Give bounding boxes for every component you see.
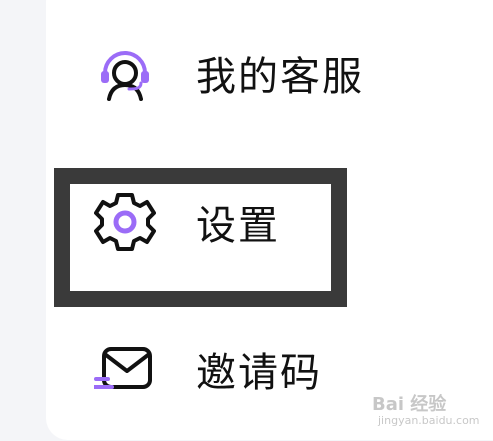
watermark: Bai 经验 jingyan.baidu.com <box>372 390 484 434</box>
watermark-url: jingyan.baidu.com <box>378 414 480 427</box>
customer-service-headset-icon <box>90 38 160 108</box>
envelope-icon <box>90 334 160 404</box>
menu-item-label: 我的客服 <box>196 54 364 100</box>
watermark-brand: Bai 经验 <box>372 394 447 415</box>
menu-item-customer-service[interactable]: 我的客服 <box>90 38 450 108</box>
highlight-box <box>54 168 347 307</box>
menu-item-label: 邀请码 <box>196 350 322 396</box>
